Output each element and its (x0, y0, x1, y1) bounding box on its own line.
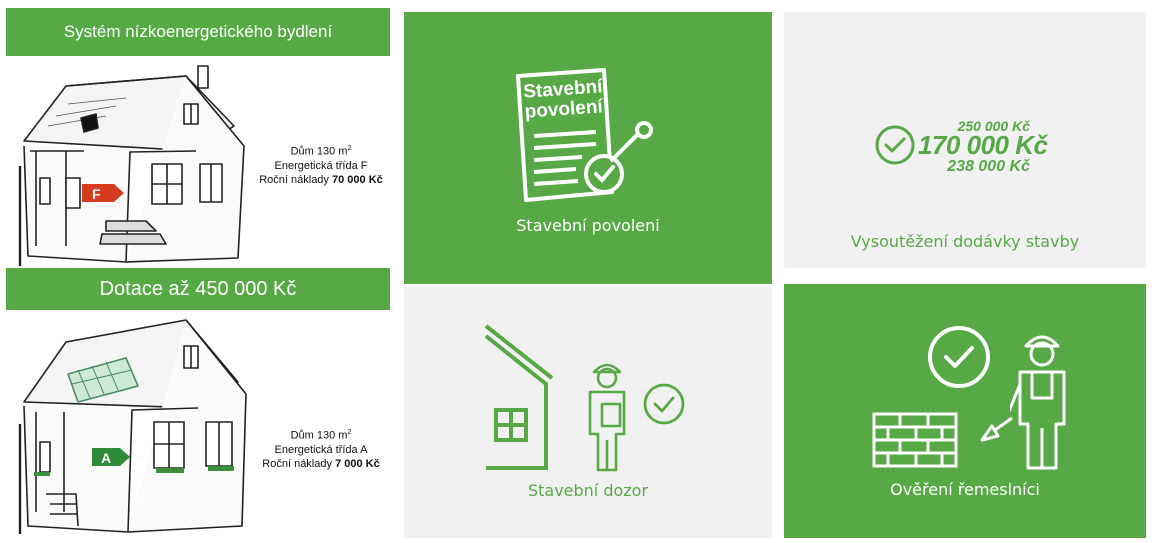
tile-tender[interactable]: 250 000 Kč 170 000 Kč 238 000 Kč Vysoutě… (784, 12, 1146, 268)
house-before-info: Dům 130 m2 Energetická třída F Roční nák… (256, 142, 386, 187)
house-before-illustration: F Dům 130 m2 Energetická třída F Roční n… (6, 56, 390, 268)
house-after-info: Dům 130 m2 Energetická třída A Roční nák… (256, 426, 386, 471)
house-before-class: Energetická třída F (274, 159, 368, 172)
permit-doc-title: Stavební povolení (522, 76, 604, 123)
banner-subsidy-text: Dotace až 450 000 Kč (99, 278, 297, 300)
tile-supervision-label: Stavební dozor (527, 481, 649, 500)
banner-top-text: Systém nízkoenergetického bydlení (63, 22, 333, 41)
check-circle-icon (928, 326, 990, 388)
tender-price-alt: 238 000 Kč (947, 158, 1030, 175)
banner-subsidy: Dotace až 450 000 Kč (6, 268, 390, 310)
house-after-area: Dům 130 m2 (290, 429, 352, 442)
house-after-class: Energetická třída A (274, 443, 368, 456)
trowel-icon (980, 416, 1013, 442)
inspector-icon (588, 363, 626, 472)
house-after-cost: Roční náklady 7 000 Kč (262, 457, 380, 470)
brick-wall-icon (872, 412, 958, 468)
tile-supervision[interactable]: Stavební dozor (404, 286, 772, 538)
house-outline-icon (484, 324, 554, 470)
check-circle-icon (875, 125, 915, 165)
house-before-cost: Roční náklady 70 000 Kč (259, 173, 383, 186)
stamp-icon (584, 121, 653, 194)
worker-icon (1010, 335, 1066, 470)
house-after-illustration: A Dům 130 m2 Energetická třída A Roční n… (6, 312, 390, 538)
banner-top: Systém nízkoenergetického bydlení (6, 8, 390, 56)
energy-badge-after-letter: A (101, 450, 111, 466)
tile-craftsmen-label: Ověření řemeslníci (890, 480, 1040, 499)
check-circle-icon (643, 383, 685, 425)
tile-tender-label: Vysoutěžení dodávky stavby (850, 232, 1080, 251)
house-after-drawing: A (18, 319, 247, 534)
tile-permit-label: Stavební povoleni (516, 216, 660, 235)
tender-price-main: 170 000 Kč (918, 130, 1048, 160)
energy-badge-before-letter: F (92, 186, 101, 202)
tile-craftsmen[interactable]: Ověření řemeslníci (784, 284, 1146, 538)
house-before-area: Dům 130 m2 (290, 145, 352, 158)
tile-building-permit[interactable]: Stavební povolení Stavební povoleni (404, 12, 772, 284)
